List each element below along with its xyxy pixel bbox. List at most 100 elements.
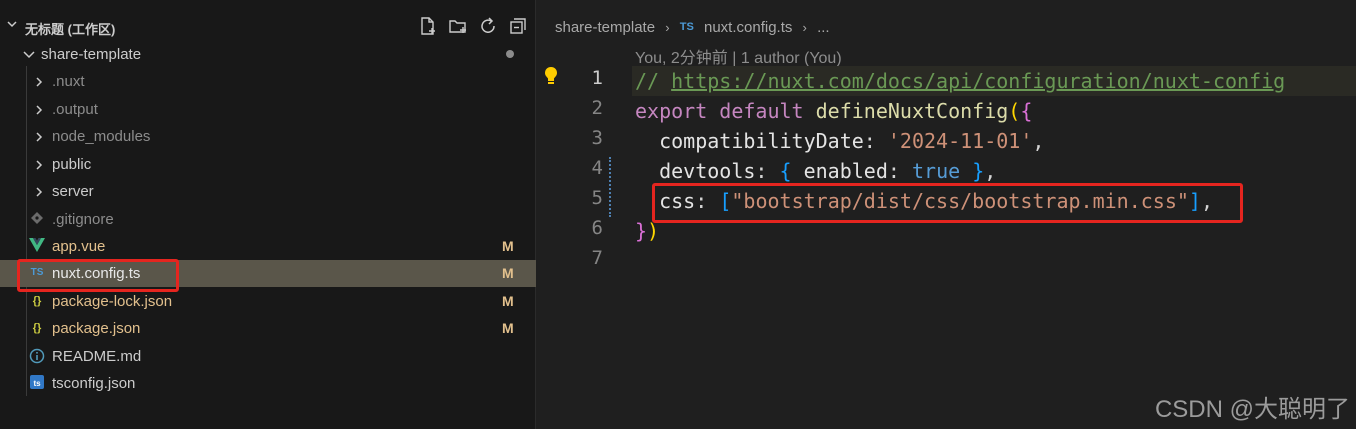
- code-punctuation: ,: [984, 159, 997, 183]
- tree-item-label: app.vue: [52, 238, 106, 255]
- json-icon: {}: [32, 322, 42, 334]
- code-brace: {: [779, 159, 792, 183]
- json-icon: {}: [32, 295, 42, 307]
- svg-text:ts: ts: [33, 379, 41, 388]
- new-file-icon[interactable]: [417, 15, 439, 37]
- code-paren: (: [1008, 99, 1021, 123]
- typescript-icon: TS: [30, 267, 44, 278]
- chevron-down-icon[interactable]: [6, 18, 18, 33]
- workspace-title: 无标题 (工作区): [25, 22, 116, 37]
- unsaved-dot: [506, 50, 514, 58]
- tree-item-public[interactable]: public: [0, 151, 536, 178]
- line-number: 2: [591, 97, 603, 119]
- chevron-down-icon[interactable]: [22, 47, 36, 66]
- code-keyword: default: [719, 99, 804, 123]
- collapse-all-icon[interactable]: [507, 15, 529, 37]
- vue-icon: [28, 238, 46, 254]
- code-editor[interactable]: share-template › TS nuxt.config.ts › ...…: [536, 0, 1356, 429]
- tree-item-gitignore[interactable]: .gitignore: [0, 206, 536, 233]
- tsconfig-icon: ts: [28, 375, 46, 391]
- new-folder-icon[interactable]: [447, 15, 469, 37]
- line-number: 6: [591, 217, 603, 239]
- tree-item-node-modules[interactable]: node_modules: [0, 123, 536, 150]
- line-number: 4: [591, 157, 603, 179]
- tree-item-label: README.md: [52, 348, 142, 365]
- code-brace: }: [635, 219, 648, 243]
- tree-item-label: .gitignore: [52, 211, 114, 228]
- code-function: defineNuxtConfig: [815, 99, 1009, 123]
- project-folder-row[interactable]: share-template: [0, 42, 536, 66]
- line-number: 1: [591, 67, 603, 89]
- code-punctuation: ,: [1032, 129, 1045, 153]
- code-bracket: [: [719, 189, 732, 213]
- code-boolean: true: [911, 159, 961, 183]
- explorer-header[interactable]: 无标题 (工作区): [0, 12, 536, 40]
- line-number: 7: [591, 247, 603, 269]
- code-property: enabled: [791, 159, 888, 183]
- breadcrumb-folder[interactable]: share-template: [555, 19, 655, 36]
- watermark: CSDN @大聪明了: [1154, 396, 1350, 423]
- code-line-1[interactable]: // https://nuxt.com/docs/api/configurati…: [635, 66, 1285, 96]
- code-brace: {: [1020, 99, 1033, 123]
- line-number: 3: [591, 127, 603, 149]
- tree-item-label: .output: [52, 101, 98, 118]
- lightbulb-icon[interactable]: [543, 66, 559, 86]
- code-property: devtools: [659, 159, 756, 183]
- tree-item-readme[interactable]: README.md: [0, 343, 536, 370]
- chevron-right-icon[interactable]: [34, 130, 44, 148]
- tree-item-label: node_modules: [52, 128, 151, 145]
- info-icon: [28, 348, 46, 364]
- tree-item-app-vue[interactable]: app.vue M: [0, 233, 536, 260]
- git-icon: [28, 211, 46, 227]
- refresh-icon[interactable]: [477, 15, 499, 37]
- chevron-right-icon: ›: [665, 19, 670, 35]
- tree-item-label: package-lock.json: [52, 293, 173, 310]
- breadcrumb-file[interactable]: nuxt.config.ts: [704, 19, 792, 36]
- code-line-4[interactable]: devtools: { enabled: true },: [635, 156, 996, 186]
- project-name: share-template: [41, 46, 142, 63]
- chevron-right-icon[interactable]: [34, 75, 44, 93]
- line-number: 5: [591, 187, 603, 209]
- chevron-right-icon: ›: [802, 19, 807, 35]
- tree-item-label: public: [52, 156, 92, 173]
- code-bracket: ]: [1188, 189, 1201, 213]
- tree-item-label: package.json: [52, 320, 141, 337]
- code-punctuation: ,: [1200, 189, 1214, 213]
- chevron-right-icon[interactable]: [34, 103, 44, 121]
- code-line-3[interactable]: compatibilityDate: '2024-11-01',: [635, 126, 1044, 156]
- code-line-5[interactable]: css: ["bootstrap/dist/css/bootstrap.min.…: [635, 186, 1213, 216]
- modified-badge: M: [502, 265, 514, 281]
- tree-item-tsconfig[interactable]: ts tsconfig.json: [0, 370, 536, 397]
- code-property: compatibilityDate: [659, 129, 864, 153]
- chevron-right-icon[interactable]: [34, 158, 44, 176]
- tree-item-package-json[interactable]: {} package.json M: [0, 315, 536, 342]
- tree-item-label: .nuxt: [52, 73, 85, 90]
- code-punctuation: :: [695, 189, 720, 213]
- code-property: css: [659, 189, 696, 213]
- code-keyword: export: [635, 99, 708, 123]
- code-link[interactable]: https://nuxt.com/docs/api/configuration/…: [671, 69, 1285, 93]
- code-paren: ): [647, 219, 660, 243]
- tree-item-server[interactable]: server: [0, 178, 536, 205]
- git-change-marker[interactable]: [609, 157, 612, 217]
- breadcrumb-symbol[interactable]: ...: [817, 19, 830, 36]
- code-punctuation: :: [755, 159, 780, 183]
- modified-badge: M: [502, 238, 514, 254]
- tree-item-label: server: [52, 183, 94, 200]
- code-comment: //: [635, 69, 672, 93]
- typescript-icon: TS: [679, 21, 694, 34]
- code-string: "bootstrap/dist/css/bootstrap.min.css": [731, 189, 1189, 213]
- tree-item-nuxt-config[interactable]: TS nuxt.config.ts M: [0, 260, 536, 287]
- chevron-right-icon[interactable]: [34, 185, 44, 203]
- modified-badge: M: [502, 293, 514, 309]
- code-line-2[interactable]: export default defineNuxtConfig({: [635, 96, 1032, 126]
- modified-badge: M: [502, 320, 514, 336]
- tree-item-package-lock[interactable]: {} package-lock.json M: [0, 288, 536, 315]
- tree-item-output[interactable]: .output: [0, 96, 536, 123]
- breadcrumb: share-template › TS nuxt.config.ts › ...: [555, 18, 830, 38]
- git-blame-codelens[interactable]: You, 2分钟前 | 1 author (You): [635, 44, 842, 68]
- tree-item-nuxt[interactable]: .nuxt: [0, 68, 536, 95]
- code-punctuation: :: [887, 159, 912, 183]
- code-punctuation: :: [863, 129, 888, 153]
- code-line-6[interactable]: }): [635, 216, 659, 246]
